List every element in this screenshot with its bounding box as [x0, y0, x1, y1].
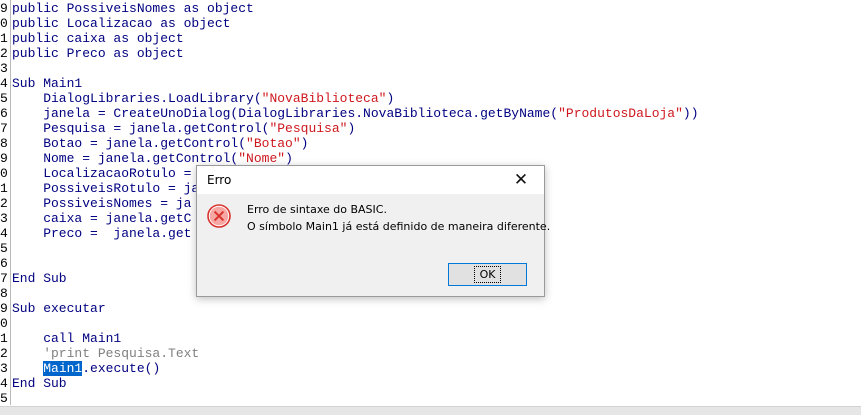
code-token: DialogLibraries.LoadLibrary( [12, 91, 262, 106]
code-token: LocalizacaoRotulo = [12, 166, 200, 181]
line-code[interactable]: Botao = janela.getControl("Botao") [12, 136, 308, 151]
code-token: janela = CreateUnoDialog(DialogLibraries… [12, 106, 559, 121]
line-number: 8 [0, 136, 8, 151]
line-code[interactable]: Sub Main1 [12, 76, 82, 91]
code-token: Preco = janela.get [12, 226, 192, 241]
line-number: 5 [0, 241, 8, 256]
line-number: 0 [0, 166, 8, 181]
line-number: 3 [0, 361, 8, 376]
line-number: 4 [0, 76, 8, 91]
line-number: 3 [0, 211, 8, 226]
code-token: End Sub [12, 376, 67, 391]
dialog-titlebar[interactable]: Erro ✕ [197, 166, 544, 194]
code-token: Pesquisa = janela.getControl( [12, 121, 270, 136]
error-dialog: Erro ✕ Erro de sintaxe do BASIC. O símbo… [196, 165, 550, 297]
line-number: 1 [0, 181, 8, 196]
line-number: 1 [0, 331, 8, 346]
line-code[interactable]: DialogLibraries.LoadLibrary("NovaBibliot… [12, 91, 394, 106]
error-message-detail: O símbolo Main1 já está definido de mane… [247, 220, 551, 233]
line-number: 4 [0, 376, 8, 391]
line-number: 4 [0, 226, 8, 241]
code-token: public Localizacao as object [12, 16, 231, 31]
line-code[interactable]: End Sub [12, 376, 67, 391]
line-number: 7 [0, 121, 8, 136]
code-token: End Sub [12, 271, 67, 286]
ok-button[interactable]: OK [448, 263, 527, 286]
line-number: 5 [0, 91, 8, 106]
line-number: 9 [0, 1, 8, 16]
horizontal-scrollbar[interactable] [0, 406, 861, 415]
code-token: ) [300, 136, 309, 151]
line-number: 2 [0, 196, 8, 211]
string-literal: "Pesquisa" [269, 121, 348, 136]
line-code[interactable]: Preco = janela.get [12, 226, 191, 241]
error-icon [207, 204, 231, 228]
line-number: 9 [0, 301, 8, 316]
code-token: call Main1 [12, 331, 122, 346]
line-code[interactable]: call Main1 [12, 331, 121, 346]
line-code[interactable]: PossiveisNomes = ja [12, 196, 191, 211]
code-token: caixa = janela.getC [12, 211, 192, 226]
line-number: 9 [0, 151, 8, 166]
line-code[interactable]: public caixa as object [12, 31, 184, 46]
string-literal: "ProdutosDaLoja" [558, 106, 683, 121]
line-number: 5 [0, 391, 8, 406]
line-code[interactable]: Sub executar [12, 301, 106, 316]
line-code[interactable]: public Preco as object [12, 46, 184, 61]
code-token: Nome = janela.getControl( [12, 151, 239, 166]
line-number-gutter-separator [10, 0, 11, 405]
line-number: 2 [0, 346, 8, 361]
line-code[interactable]: Nome = janela.getControl("Nome") [12, 151, 293, 166]
code-token: Sub executar [12, 301, 106, 316]
code-token: ) [347, 121, 356, 136]
line-code[interactable]: public PossiveisNomes as object [12, 1, 254, 16]
code-token: as object [175, 1, 254, 16]
code-token: )) [682, 106, 699, 121]
line-number: 1 [0, 31, 8, 46]
line-number: 2 [0, 46, 8, 61]
line-code[interactable]: 'print Pesquisa.Text [12, 346, 199, 361]
code-token: PossiveisNomes [66, 1, 176, 16]
line-number: 6 [0, 106, 8, 121]
line-code[interactable]: janela = CreateUnoDialog(DialogLibraries… [12, 106, 699, 121]
code-token: .execute() [82, 361, 161, 376]
line-number: 0 [0, 16, 8, 31]
code-token: PossiveisRotulo = ja [12, 181, 200, 196]
line-number: 8 [0, 286, 8, 301]
line-code[interactable]: Main1.execute() [12, 361, 160, 376]
line-number: 0 [0, 316, 8, 331]
line-code[interactable]: PossiveisRotulo = ja [12, 181, 199, 196]
string-literal: "Botao" [246, 136, 301, 151]
error-message-title: Erro de sintaxe do BASIC. [247, 203, 387, 216]
code-token: ) [285, 151, 293, 166]
line-code[interactable]: End Sub [12, 271, 67, 286]
string-literal: "NovaBiblioteca" [261, 91, 387, 106]
code-token: Botao = janela.getControl( [12, 136, 247, 151]
code-token: public [12, 1, 67, 16]
ok-button-label: OK [473, 266, 502, 283]
comment-text: 'print Pesquisa.Text [12, 346, 200, 361]
line-code[interactable]: LocalizacaoRotulo = [12, 166, 199, 181]
code-token: Sub Main1 [12, 76, 83, 91]
code-token: public caixa as object [12, 31, 184, 46]
line-number: 7 [0, 271, 8, 286]
dialog-title: Erro [207, 173, 232, 187]
string-literal: "Nome" [238, 151, 286, 166]
code-token: public Preco as object [12, 46, 184, 61]
line-number: 6 [0, 256, 8, 271]
line-code[interactable]: Pesquisa = janela.getControl("Pesquisa") [12, 121, 355, 136]
selected-text: Main1 [43, 361, 83, 376]
close-icon[interactable]: ✕ [498, 166, 544, 194]
line-number: 3 [0, 61, 8, 76]
line-code[interactable]: caixa = janela.getC [12, 211, 191, 226]
code-token: PossiveisNomes = ja [12, 196, 192, 211]
code-token: ) [386, 91, 395, 106]
line-code[interactable]: public Localizacao as object [12, 16, 230, 31]
